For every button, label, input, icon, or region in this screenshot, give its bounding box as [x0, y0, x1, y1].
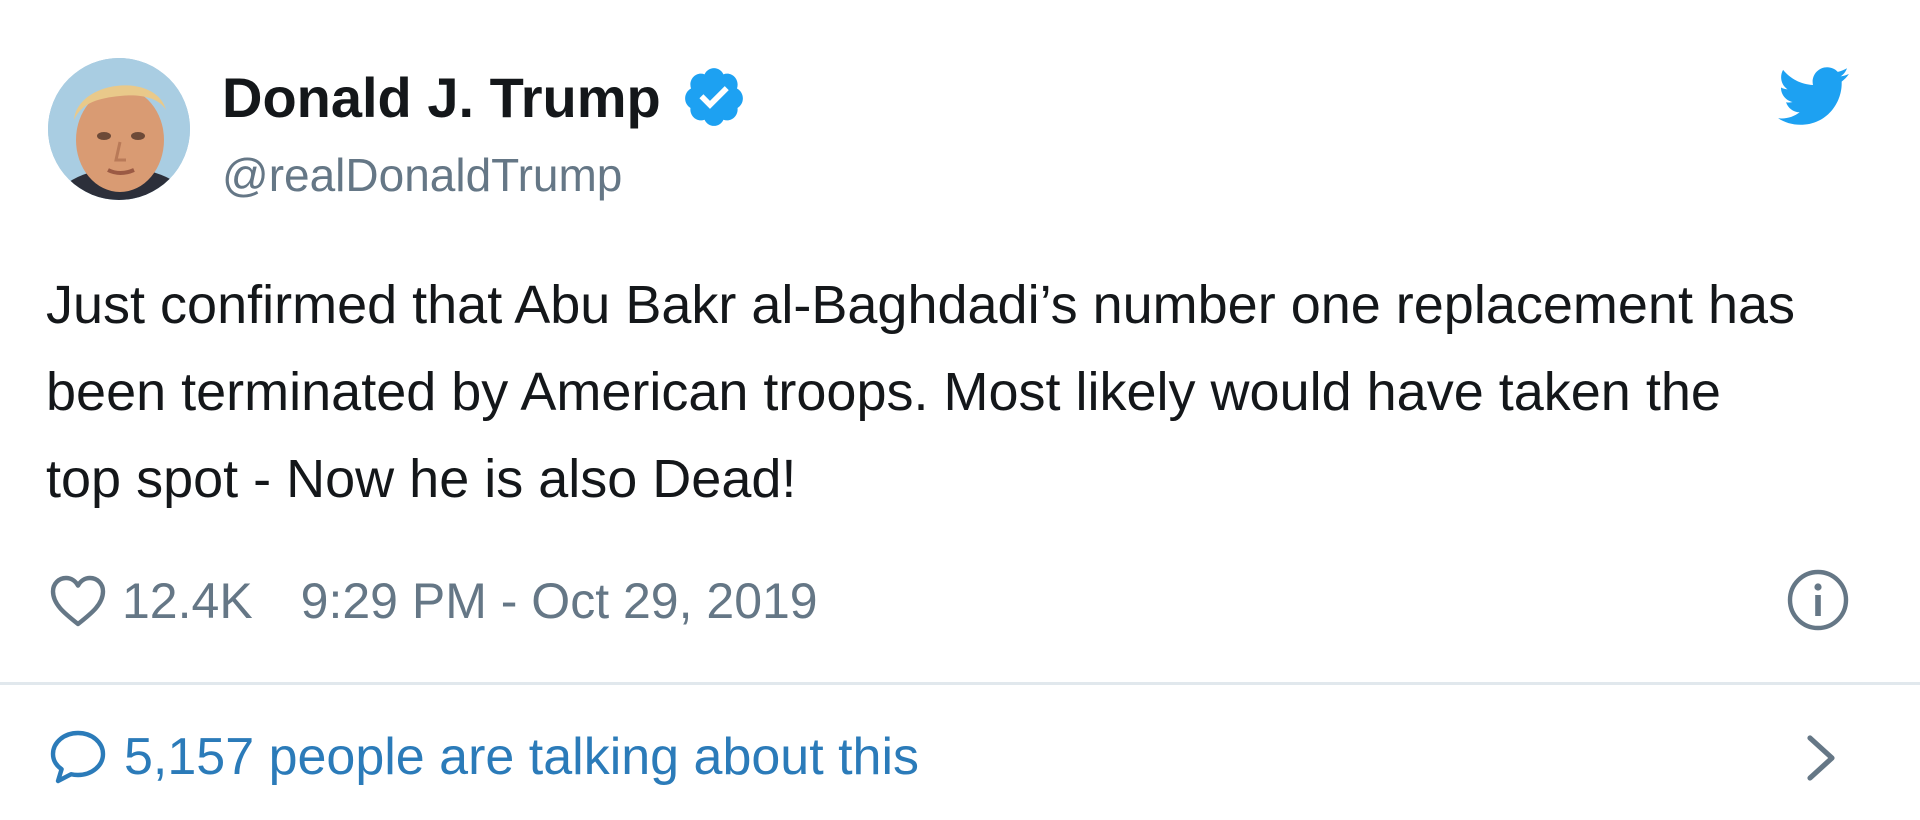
- tweet-meta-row: 12.4K 9:29 PM - Oct 29, 2019: [48, 566, 818, 636]
- embedded-tweet-card: Donald J. Trump @realDonaldTrump Just co…: [0, 0, 1920, 820]
- info-icon[interactable]: [1786, 568, 1850, 632]
- twitter-bird-icon[interactable]: [1778, 66, 1850, 128]
- speech-bubble-icon: [48, 728, 108, 786]
- like-count[interactable]: 12.4K: [122, 572, 253, 630]
- verified-badge-icon: [681, 64, 747, 130]
- divider: [0, 682, 1920, 685]
- avatar-image: [48, 58, 190, 200]
- talking-about-this-link[interactable]: 5,157 people are talking about this: [124, 727, 919, 787]
- conversation-link[interactable]: 5,157 people are talking about this: [48, 722, 919, 792]
- chevron-right-icon[interactable]: [1804, 732, 1840, 784]
- tweet-timestamp[interactable]: 9:29 PM - Oct 29, 2019: [301, 572, 818, 630]
- avatar[interactable]: [48, 58, 190, 200]
- author-name-row[interactable]: Donald J. Trump: [222, 62, 747, 132]
- heart-icon[interactable]: [48, 573, 108, 629]
- tweet-text: Just confirmed that Abu Bakr al-Baghdadi…: [46, 275, 1796, 509]
- author-display-name[interactable]: Donald J. Trump: [222, 65, 661, 130]
- author-handle[interactable]: @realDonaldTrump: [222, 148, 622, 202]
